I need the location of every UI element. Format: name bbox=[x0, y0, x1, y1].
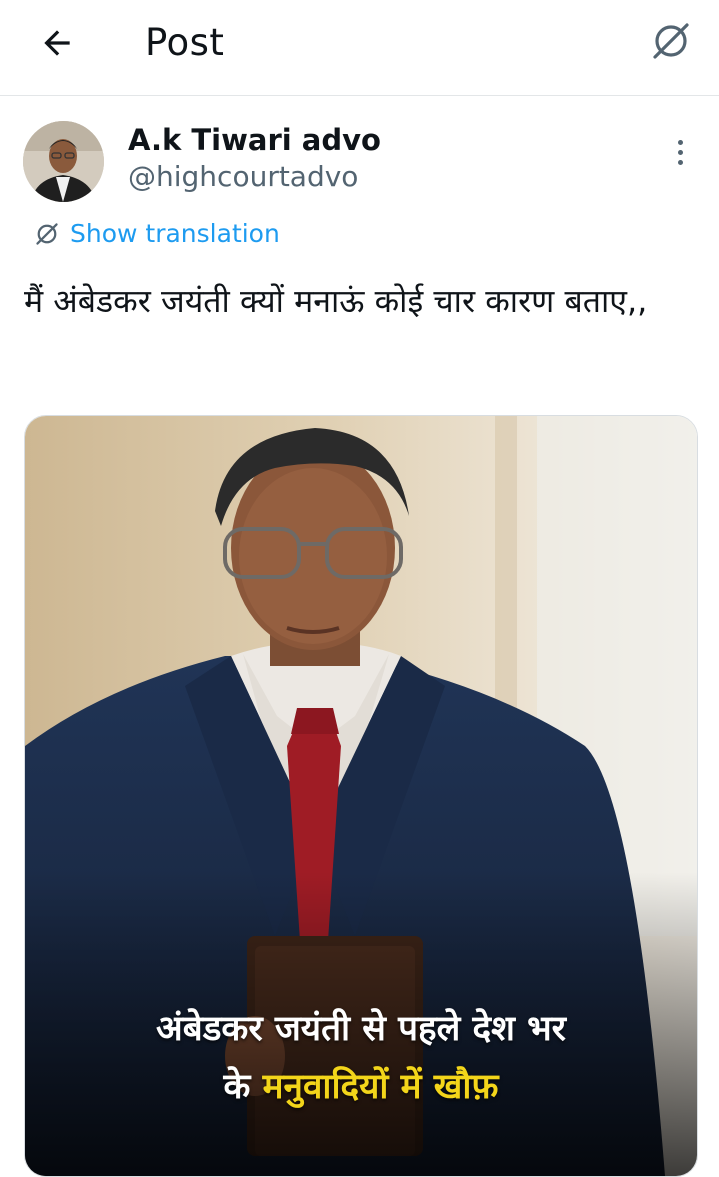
grok-button[interactable] bbox=[646, 16, 696, 66]
media-caption-line2-highlight: मनुवादियों में खौफ़ bbox=[262, 1067, 499, 1107]
more-options-button[interactable] bbox=[662, 132, 698, 172]
avatar[interactable] bbox=[23, 121, 104, 202]
post-text: मैं अंबेडकर जयंती क्यों मनाऊं कोई चार का… bbox=[24, 282, 648, 320]
show-translation-button[interactable]: Show translation bbox=[33, 216, 280, 252]
more-vertical-icon bbox=[677, 139, 683, 145]
media-caption-line1: अंबेडकर जयंती से पहले देश भर bbox=[155, 1009, 567, 1049]
post-media-image[interactable]: अंबेडकर जयंती से पहले देश भर के मनुवादिय… bbox=[24, 415, 698, 1177]
media-caption-line2: के मनुवादियों में खौफ़ bbox=[25, 1059, 697, 1115]
author-handle[interactable]: @highcourtadvo bbox=[128, 160, 358, 194]
back-arrow-icon bbox=[44, 30, 70, 56]
back-button[interactable] bbox=[34, 20, 80, 66]
page-title: Post bbox=[145, 21, 225, 64]
top-app-bar: Post bbox=[0, 0, 719, 96]
show-translation-label: Show translation bbox=[70, 219, 280, 248]
media-caption-line2-plain: के bbox=[223, 1067, 251, 1107]
author-name[interactable]: A.k Tiwari advo bbox=[128, 122, 381, 158]
translate-icon bbox=[36, 223, 58, 245]
grok-icon bbox=[653, 23, 689, 59]
